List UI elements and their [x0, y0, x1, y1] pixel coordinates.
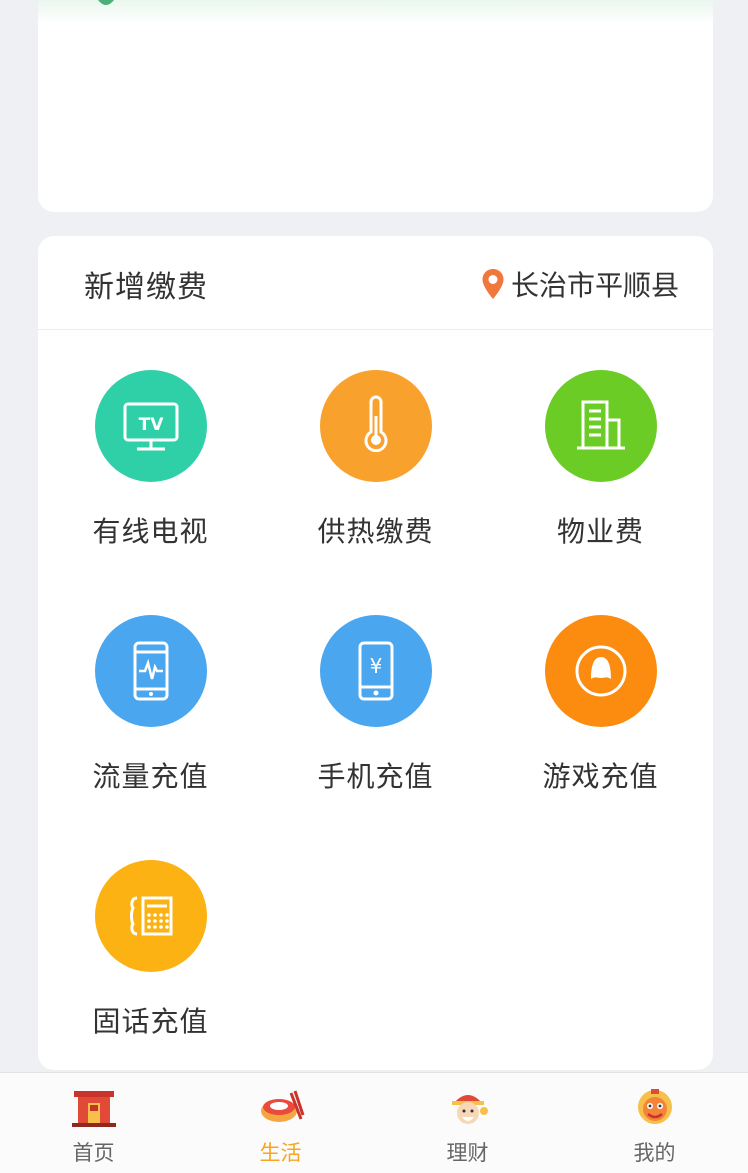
home-gate-icon: [71, 1091, 116, 1127]
life-bowl-icon: [260, 1090, 304, 1122]
service-landline-topup[interactable]: 固话充值: [38, 820, 263, 1065]
tab-mine[interactable]: 我的: [561, 1073, 748, 1173]
service-heating[interactable]: 供热缴费: [263, 330, 488, 575]
service-label: 有线电视: [92, 515, 209, 548]
service-label: 游戏充值: [542, 760, 659, 793]
tab-label: 理财: [446, 1141, 489, 1165]
svg-text:¥: ¥: [369, 654, 382, 678]
service-mobile-topup[interactable]: ¥ 手机充值: [263, 575, 488, 820]
service-label: 供热缴费: [317, 515, 434, 548]
tab-finance[interactable]: 理财: [374, 1073, 561, 1173]
service-property-fee[interactable]: 物业费: [488, 330, 713, 575]
tab-label: 生活: [259, 1141, 302, 1165]
service-label: 固话充值: [92, 1005, 209, 1038]
section-title: 新增缴费: [84, 270, 208, 305]
service-label: 物业费: [556, 515, 644, 548]
phone-data-icon: [94, 615, 207, 727]
tab-life[interactable]: 生活: [187, 1073, 374, 1173]
finance-fortune-icon: [451, 1095, 488, 1124]
card-header: 新增缴费 长治市平顺县: [38, 236, 713, 330]
page: 新增缴费 长治市平顺县 TV 有线电视 供热缴费 物业费 流量充值 ¥ 手机充值…: [0, 0, 748, 1173]
card-banner-fade: [38, 0, 713, 24]
svg-text:TV: TV: [138, 415, 164, 435]
location-label: 长治市平顺县: [510, 269, 679, 302]
game-qq-icon: [544, 615, 657, 727]
service-game-topup[interactable]: 游戏充值: [488, 575, 713, 820]
service-data-topup[interactable]: 流量充值: [38, 575, 263, 820]
thermometer-icon: [319, 370, 432, 482]
tv-icon: TV: [94, 370, 207, 482]
phone-yuan-icon: ¥: [319, 615, 432, 727]
mine-lion-icon: [637, 1089, 672, 1124]
service-label: 手机充值: [317, 760, 434, 793]
location-selector[interactable]: 长治市平顺县: [481, 264, 679, 304]
tab-home[interactable]: 首页: [0, 1073, 187, 1173]
landline-icon: [94, 860, 207, 972]
service-cable-tv[interactable]: TV 有线电视: [38, 330, 263, 575]
new-payment-card: 新增缴费 长治市平顺县 TV 有线电视 供热缴费 物业费 流量充值 ¥ 手机充值…: [38, 236, 713, 1070]
tab-label: 我的: [633, 1141, 676, 1165]
bottom-tab-bar: 首页 生活 理财 我的: [0, 1072, 748, 1173]
leaf-icon: [98, 0, 114, 5]
previous-card: [38, 0, 713, 212]
tab-label: 首页: [72, 1141, 115, 1165]
location-pin-icon: [482, 269, 504, 299]
service-label: 流量充值: [92, 760, 209, 793]
building-icon: [544, 370, 657, 482]
